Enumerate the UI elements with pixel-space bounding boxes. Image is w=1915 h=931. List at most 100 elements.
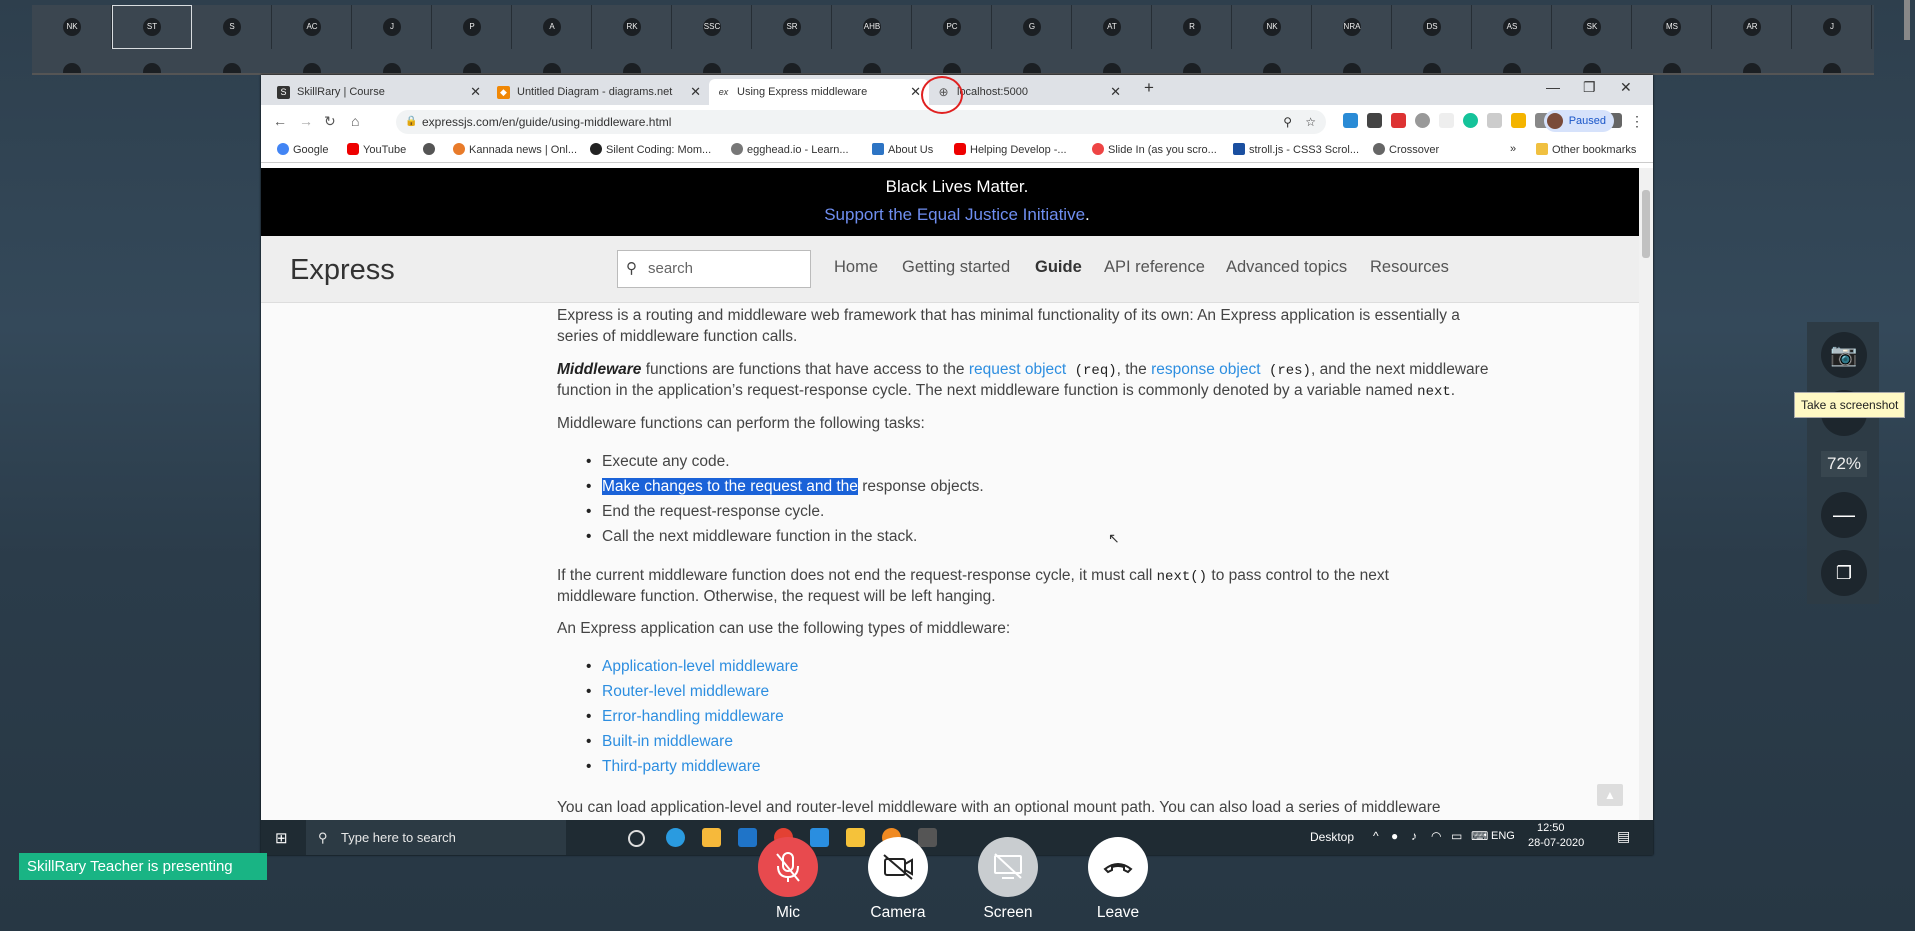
- participant-tile[interactable]: AHB: [832, 5, 912, 73]
- menu-icon[interactable]: ⋮: [1630, 113, 1644, 130]
- camera-button[interactable]: [868, 837, 928, 897]
- bookmark-silent-coding[interactable]: Silent Coding: Mom...: [590, 143, 711, 156]
- leave-control[interactable]: Leave: [1088, 837, 1148, 922]
- close-tab-icon[interactable]: ✕: [1110, 79, 1121, 105]
- bookmark-egghead[interactable]: egghead.io - Learn...: [731, 143, 849, 156]
- scrollbar-thumb[interactable]: [1642, 190, 1650, 258]
- participant-tile[interactable]: ST: [112, 5, 192, 73]
- nav-resources[interactable]: Resources: [1370, 258, 1449, 277]
- forward-icon[interactable]: →: [299, 113, 313, 129]
- participant-tile[interactable]: RK: [592, 5, 672, 73]
- windows-start-icon[interactable]: ⊞: [275, 829, 288, 847]
- grammarly-icon[interactable]: [1463, 113, 1478, 128]
- mic-muted-button[interactable]: [758, 837, 818, 897]
- mic-control[interactable]: Mic: [758, 837, 818, 922]
- participant-tile[interactable]: J: [352, 5, 432, 73]
- zoom-icon[interactable]: ⚲: [1283, 110, 1292, 134]
- clock-date[interactable]: 28-07-2020: [1528, 837, 1584, 849]
- new-tab-button[interactable]: +: [1144, 78, 1154, 98]
- screenshot-button[interactable]: 📷: [1821, 332, 1867, 378]
- bookmarks-more-icon[interactable]: »: [1510, 143, 1516, 155]
- participant-tile[interactable]: AS: [1472, 5, 1552, 73]
- participant-tile[interactable]: AC: [272, 5, 352, 73]
- participant-tile[interactable]: NK: [32, 5, 112, 73]
- response-object-link[interactable]: response object: [1151, 361, 1260, 378]
- link-third-party[interactable]: Third-party middleware: [586, 756, 760, 777]
- close-tab-icon[interactable]: ✕: [910, 79, 921, 105]
- store-icon[interactable]: [702, 828, 721, 847]
- keyboard-icon[interactable]: ⌨: [1471, 829, 1488, 843]
- tab-skillrary[interactable]: S SkillRary | Course ✕: [269, 79, 489, 105]
- bookmark-helping-develop[interactable]: Helping Develop -...: [954, 143, 1067, 156]
- bookmark-kannada[interactable]: Kannada news | Onl...: [453, 143, 577, 156]
- nav-api-reference[interactable]: API reference: [1104, 258, 1205, 277]
- volume-icon[interactable]: ♪: [1411, 829, 1417, 843]
- page-scrollbar[interactable]: [1639, 168, 1653, 820]
- tab-diagrams[interactable]: ◆ Untitled Diagram - diagrams.net ✕: [489, 79, 709, 105]
- strip-scrollbar[interactable]: [1904, 0, 1910, 40]
- back-icon[interactable]: ←: [273, 113, 287, 129]
- bookmark-slide-in[interactable]: Slide In (as you scro...: [1092, 143, 1217, 156]
- mic-tray-icon[interactable]: ●: [1391, 829, 1398, 843]
- bookmark-google[interactable]: Google: [277, 143, 328, 156]
- extension-icon[interactable]: [1391, 113, 1406, 128]
- link-error-handling[interactable]: Error-handling middleware: [586, 706, 784, 727]
- minimize-button[interactable]: —: [1546, 79, 1560, 95]
- extension-icon[interactable]: [1439, 113, 1454, 128]
- edge-icon[interactable]: [666, 828, 685, 847]
- star-icon[interactable]: ☆: [1305, 110, 1316, 134]
- participant-tile[interactable]: R: [1152, 5, 1232, 73]
- clock-time[interactable]: 12:50: [1537, 822, 1565, 834]
- language-indicator[interactable]: ENG: [1491, 830, 1515, 842]
- screen-control[interactable]: Screen: [978, 837, 1038, 922]
- reload-icon[interactable]: ↻: [324, 113, 336, 130]
- explorer-icon[interactable]: [846, 828, 865, 847]
- nav-guide[interactable]: Guide: [1035, 258, 1082, 277]
- request-object-link[interactable]: request object: [969, 361, 1066, 378]
- wifi-icon[interactable]: ◠: [1431, 829, 1441, 843]
- participant-tile[interactable]: AR: [1712, 5, 1792, 73]
- leave-button[interactable]: [1088, 837, 1148, 897]
- bookmark-crossover[interactable]: Crossover: [1373, 143, 1439, 156]
- taskbar-search-input[interactable]: ⚲ Type here to search: [306, 820, 566, 855]
- close-tab-icon[interactable]: ✕: [690, 79, 701, 105]
- bookmark-globe[interactable]: [423, 143, 439, 156]
- app-icon[interactable]: [738, 828, 757, 847]
- camera-control[interactable]: Camera: [868, 837, 928, 922]
- participant-tile[interactable]: PC: [912, 5, 992, 73]
- bookmark-other[interactable]: Other bookmarks: [1536, 143, 1636, 156]
- cortana-icon[interactable]: [628, 830, 645, 847]
- participant-tile[interactable]: MS: [1632, 5, 1712, 73]
- banner-link[interactable]: Support the Equal Justice Initiative: [824, 205, 1085, 224]
- zoom-out-button[interactable]: —: [1821, 492, 1867, 538]
- extension-icon[interactable]: [1487, 113, 1502, 128]
- bookmark-youtube[interactable]: YouTube: [347, 143, 406, 156]
- battery-icon[interactable]: ▭: [1451, 829, 1462, 843]
- screen-share-button[interactable]: [978, 837, 1038, 897]
- participant-tile[interactable]: NK: [1232, 5, 1312, 73]
- selected-text[interactable]: Make changes to the request and the: [602, 478, 858, 495]
- nav-getting-started[interactable]: Getting started: [902, 258, 1010, 277]
- participant-tile[interactable]: AT: [1072, 5, 1152, 73]
- nav-advanced-topics[interactable]: Advanced topics: [1226, 258, 1347, 277]
- participant-tile[interactable]: SR: [752, 5, 832, 73]
- notifications-icon[interactable]: ▤: [1617, 828, 1630, 845]
- extension-icon[interactable]: [1343, 113, 1358, 128]
- participant-tile[interactable]: DS: [1392, 5, 1472, 73]
- participant-tile[interactable]: P: [432, 5, 512, 73]
- drive-icon[interactable]: [1511, 113, 1526, 128]
- profile-button[interactable]: Paused: [1544, 110, 1614, 132]
- participant-tile[interactable]: J: [1792, 5, 1872, 73]
- close-tab-icon[interactable]: ✕: [470, 79, 481, 105]
- express-logo[interactable]: Express: [290, 254, 395, 287]
- search-input[interactable]: ⚲ search: [617, 250, 811, 288]
- scroll-to-top-button[interactable]: ▲: [1597, 784, 1623, 806]
- participant-tile[interactable]: G: [992, 5, 1072, 73]
- copy-button[interactable]: ❐: [1821, 550, 1867, 596]
- desktop-label[interactable]: Desktop: [1310, 830, 1354, 844]
- participant-tile[interactable]: A: [512, 5, 592, 73]
- restore-button[interactable]: ❐: [1583, 79, 1596, 96]
- link-router-level[interactable]: Router-level middleware: [586, 681, 769, 702]
- participant-tile[interactable]: NRA: [1312, 5, 1392, 73]
- url-bar[interactable]: 🔒 expressjs.com/en/guide/using-middlewar…: [396, 110, 1326, 134]
